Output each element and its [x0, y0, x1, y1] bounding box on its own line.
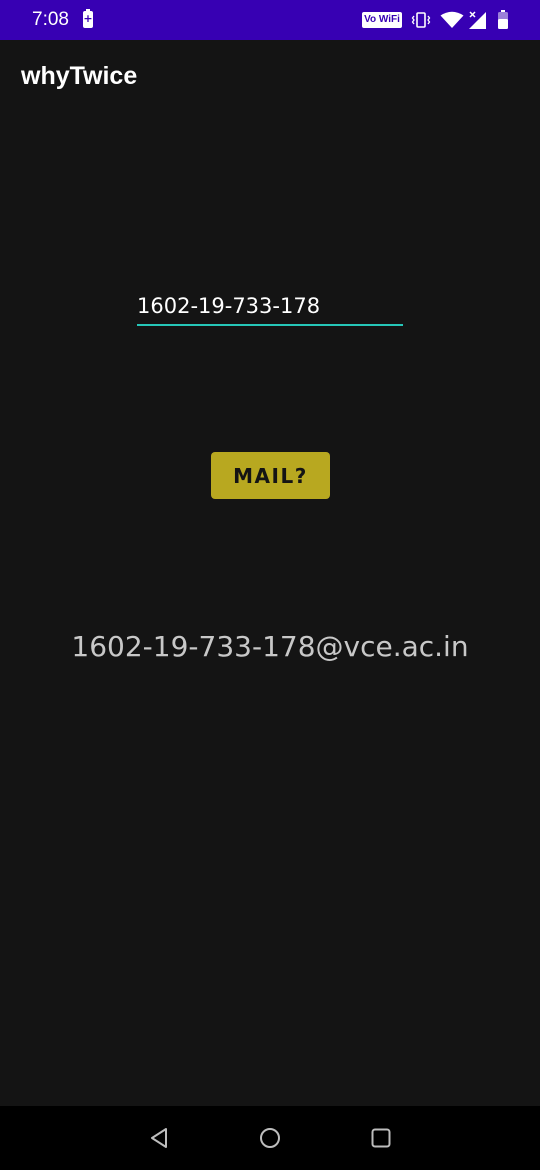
battery-icon — [498, 10, 508, 29]
vowifi-icon: Vo WiFi — [362, 12, 402, 28]
mail-button[interactable]: MAIL? — [211, 452, 330, 499]
wifi-icon — [440, 11, 464, 28]
app-screen: 7:08 + Vo WiFi whyTwice MAIL? 1602-19-73… — [0, 0, 540, 1170]
navigation-bar — [0, 1106, 540, 1170]
status-bar: 7:08 + Vo WiFi — [0, 0, 540, 40]
battery-saver-icon: + — [83, 9, 93, 28]
recents-icon[interactable] — [369, 1126, 393, 1150]
back-icon[interactable] — [148, 1126, 172, 1150]
vibrate-icon — [411, 12, 431, 28]
status-time: 7:08 — [32, 9, 69, 30]
app-title: whyTwice — [21, 62, 138, 90]
home-icon[interactable] — [258, 1126, 282, 1150]
roll-number-input[interactable] — [137, 288, 403, 326]
result-email-text: 1602-19-733-178@vce.ac.in — [71, 630, 469, 663]
signal-icon — [469, 11, 486, 29]
